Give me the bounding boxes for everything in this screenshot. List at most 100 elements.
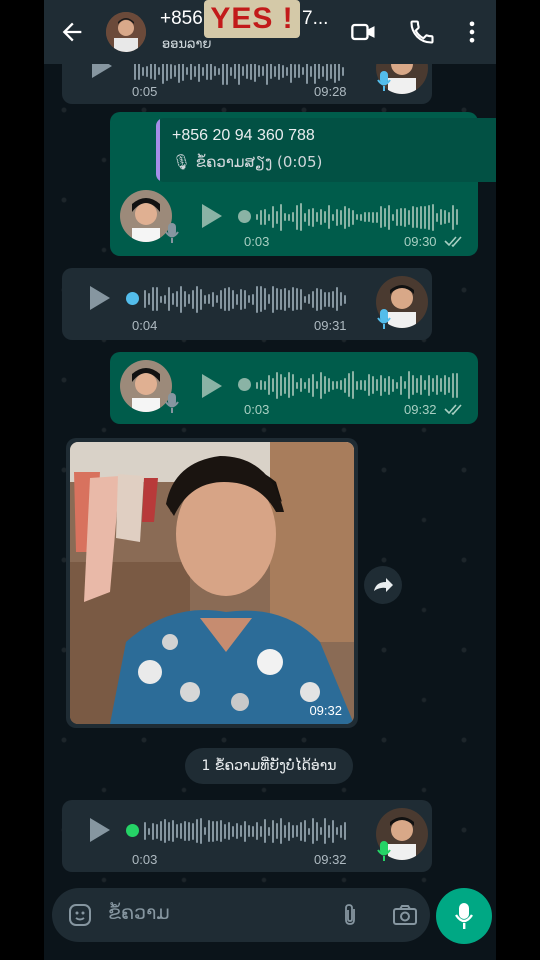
forward-button[interactable] bbox=[364, 566, 402, 604]
waveform-bar bbox=[270, 63, 272, 79]
waveform-bar bbox=[400, 208, 402, 226]
back-arrow-icon[interactable] bbox=[58, 18, 86, 46]
playback-dot[interactable] bbox=[238, 378, 251, 391]
waveform-bar bbox=[284, 824, 286, 838]
waveform-bar bbox=[252, 293, 254, 305]
waveform-bar bbox=[152, 822, 154, 840]
waveform-bar bbox=[154, 62, 156, 80]
waveform-bar bbox=[218, 67, 220, 75]
waveform-bar bbox=[152, 287, 154, 311]
voice-waveform[interactable] bbox=[144, 284, 348, 314]
waveform-bar bbox=[440, 378, 442, 392]
waveform-bar bbox=[308, 377, 310, 393]
double-check-icon bbox=[444, 236, 462, 247]
waveform-bar bbox=[292, 287, 294, 311]
double-check-icon bbox=[444, 404, 462, 415]
phone-call-icon[interactable] bbox=[408, 18, 436, 46]
waveform-bar bbox=[380, 206, 382, 228]
waveform-bar bbox=[144, 822, 146, 840]
waveform-bar bbox=[186, 67, 188, 75]
play-icon[interactable] bbox=[90, 818, 110, 842]
waveform-bar bbox=[428, 204, 430, 230]
contact-avatar[interactable] bbox=[106, 12, 146, 52]
contact-name-continued[interactable]: 7... bbox=[302, 8, 328, 30]
voice-waveform[interactable] bbox=[256, 202, 462, 232]
waveform-bar bbox=[404, 207, 406, 227]
playback-dot[interactable] bbox=[126, 824, 139, 837]
sticker-icon[interactable] bbox=[68, 903, 92, 927]
waveform-bar bbox=[340, 824, 342, 838]
play-icon[interactable] bbox=[202, 374, 222, 398]
contact-status: ອອນລາຍ bbox=[162, 37, 212, 52]
waveform-bar bbox=[158, 67, 160, 75]
voice-player-outgoing: 0:03 09:30 bbox=[110, 182, 478, 256]
waveform-bar bbox=[318, 63, 320, 79]
waveform-bar bbox=[228, 822, 230, 840]
waveform-bar bbox=[352, 209, 354, 225]
waveform-bar bbox=[448, 211, 450, 223]
more-options-icon[interactable] bbox=[458, 18, 486, 46]
waveform-bar bbox=[192, 822, 194, 840]
waveform-bar bbox=[244, 820, 246, 842]
waveform-bar bbox=[304, 820, 306, 842]
waveform-bar bbox=[172, 293, 174, 305]
quoted-sender: +856 20 94 360 788 bbox=[172, 127, 315, 144]
waveform-bar bbox=[308, 294, 310, 304]
camera-icon[interactable] bbox=[392, 903, 418, 927]
waveform-bar bbox=[256, 822, 258, 840]
contact-name[interactable]: +856 bbox=[160, 8, 203, 30]
waveform-bar bbox=[300, 203, 302, 231]
voice-record-button[interactable] bbox=[436, 888, 492, 944]
waveform-bar bbox=[304, 381, 306, 389]
playback-dot[interactable] bbox=[238, 210, 251, 223]
waveform-bar bbox=[208, 294, 210, 304]
waveform-bar bbox=[246, 63, 248, 79]
waveform-bar bbox=[212, 291, 214, 307]
waveform-bar bbox=[176, 291, 178, 307]
quoted-text: 🎙 ຂໍ້ຄວາມສຽງ (0:05) bbox=[172, 153, 323, 171]
waveform-bar bbox=[304, 295, 306, 303]
waveform-bar bbox=[288, 290, 290, 308]
voice-waveform[interactable] bbox=[144, 816, 348, 846]
waveform-bar bbox=[456, 372, 458, 398]
waveform-bar bbox=[280, 818, 282, 844]
waveform-bar bbox=[232, 825, 234, 837]
waveform-bar bbox=[300, 378, 302, 392]
waveform-bar bbox=[260, 286, 262, 312]
waveform-bar bbox=[272, 206, 274, 228]
waveform-bar bbox=[264, 380, 266, 390]
waveform-bar bbox=[134, 62, 136, 80]
attach-icon[interactable] bbox=[338, 903, 362, 927]
waveform-bar bbox=[190, 62, 192, 80]
waveform-bar bbox=[280, 374, 282, 396]
waveform-bar bbox=[296, 381, 298, 389]
message-composer[interactable]: ຂໍ້ຄວາມ bbox=[52, 888, 430, 942]
microphone-icon bbox=[377, 71, 391, 91]
waveform-bar bbox=[404, 381, 406, 389]
waveform-bar bbox=[284, 287, 286, 311]
waveform-bar bbox=[452, 204, 454, 230]
unread-messages-banner: 1 ຂໍ້ຄວາມທີ່ຍັງບໍ່ໄດ້ອ່ານ bbox=[185, 748, 353, 784]
play-icon[interactable] bbox=[202, 204, 222, 228]
waveform-bar bbox=[310, 65, 312, 77]
play-icon[interactable] bbox=[90, 286, 110, 310]
waveform-bar bbox=[248, 295, 250, 303]
waveform-bar bbox=[260, 209, 262, 225]
quoted-reply[interactable]: +856 20 94 360 788 🎙 ຂໍ້ຄວາມສຽງ (0:05) bbox=[156, 118, 496, 182]
video-call-icon[interactable] bbox=[350, 18, 378, 46]
waveform-bar bbox=[344, 822, 346, 840]
message-input[interactable]: ຂໍ້ຄວາມ bbox=[108, 902, 170, 924]
waveform-bar bbox=[424, 380, 426, 390]
waveform-bar bbox=[220, 820, 222, 842]
photo-image[interactable] bbox=[70, 442, 354, 724]
microphone-icon bbox=[377, 309, 391, 329]
waveform-bar bbox=[328, 824, 330, 838]
waveform-bar bbox=[268, 826, 270, 836]
waveform-bar bbox=[412, 206, 414, 228]
voice-waveform[interactable] bbox=[256, 370, 462, 400]
waveform-bar bbox=[360, 380, 362, 390]
playback-dot[interactable] bbox=[126, 292, 139, 305]
waveform-bar bbox=[352, 371, 354, 399]
waveform-bar bbox=[300, 821, 302, 841]
waveform-bar bbox=[328, 205, 330, 229]
